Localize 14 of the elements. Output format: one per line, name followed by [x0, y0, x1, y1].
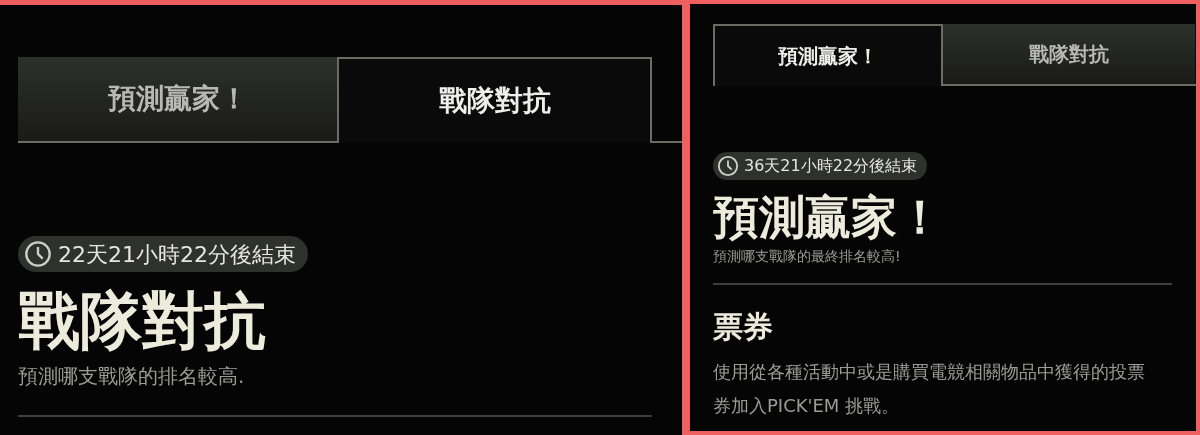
- section-title: 票券: [713, 309, 774, 345]
- tab[interactable]: 戰隊對抗: [943, 24, 1195, 86]
- timer-badge: 22天21小時22分後結束: [18, 236, 308, 272]
- subtitle: 預測哪支戰隊的排名較高.: [18, 363, 246, 390]
- timer-badge: 36天21小時22分後結束: [713, 152, 928, 180]
- section-text: 使用從各種活動中或是購買電競相關物品中獲得的投票券加入PICK'EM 挑戰。: [713, 360, 1146, 418]
- tab[interactable]: 預測贏家！: [18, 57, 337, 143]
- tab[interactable]: 預測贏家！: [713, 24, 943, 86]
- clock-icon: [717, 155, 739, 177]
- clock-icon: [24, 240, 52, 268]
- page-title: 戰隊對抗: [18, 285, 267, 357]
- subtitle: 預測哪支戰隊的最終排名較高!: [713, 247, 902, 266]
- tab[interactable]: 戰隊對抗: [337, 57, 652, 143]
- page-title: 預測贏家！: [713, 190, 944, 244]
